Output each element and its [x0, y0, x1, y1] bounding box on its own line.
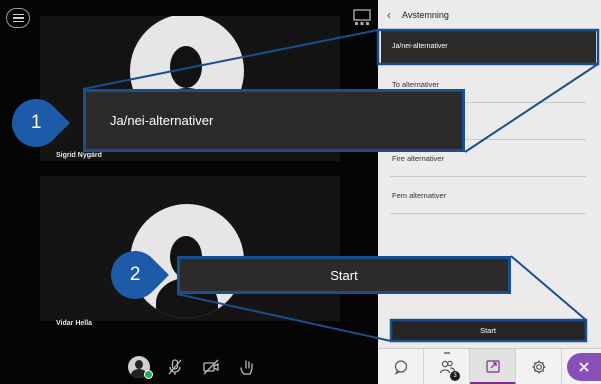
bottom-controls — [120, 352, 260, 382]
start-poll-button[interactable]: Start — [390, 320, 586, 340]
online-status-icon — [144, 370, 153, 379]
poll-option-five[interactable]: Fem alternativer — [378, 177, 601, 214]
chat-icon — [394, 360, 407, 375]
close-icon — [579, 362, 589, 372]
settings-gear-icon — [532, 360, 545, 374]
participant-name: Sigrid Nygård — [56, 152, 102, 159]
tab-participants[interactable]: 3 — [424, 349, 470, 384]
microphone-button[interactable] — [164, 356, 186, 378]
callout-start: Start — [177, 256, 511, 294]
layout-switch-icon[interactable] — [352, 8, 372, 26]
divider — [390, 213, 586, 214]
panel-title: Avstemning — [402, 10, 449, 20]
tab-share-content[interactable] — [470, 349, 516, 384]
close-panel-button[interactable] — [567, 353, 601, 381]
hamburger-menu-icon — [12, 13, 24, 16]
back-button[interactable]: ‹ — [378, 0, 400, 30]
tab-settings[interactable] — [516, 349, 562, 384]
poll-option-yes-no[interactable]: Ja/nei-alternativer — [381, 30, 596, 63]
participant-name: Vidar Hella — [56, 320, 93, 327]
poll-panel: ‹ Avstemning Ja/nei-alternativer To alte… — [378, 0, 601, 384]
raise-hand-button[interactable] — [236, 356, 258, 378]
tab-chat[interactable] — [378, 349, 424, 384]
camera-button[interactable] — [200, 356, 222, 378]
camera-off-icon — [203, 359, 219, 375]
chevron-left-icon: ‹ — [387, 8, 391, 22]
microphone-muted-icon — [168, 359, 182, 375]
video-stage: Sigrid Nygård Vidar Hella — [0, 0, 378, 384]
my-status-button[interactable] — [128, 356, 153, 379]
panel-header: ‹ Avstemning — [378, 0, 601, 30]
callout-yes-no-options: Ja/nei-alternativer — [83, 89, 465, 152]
share-content-icon — [485, 359, 500, 373]
participant-count-badge: 3 — [450, 371, 460, 381]
raise-hand-icon — [240, 360, 253, 375]
participant-tile-2 — [40, 176, 340, 321]
menu-button[interactable] — [6, 8, 30, 28]
